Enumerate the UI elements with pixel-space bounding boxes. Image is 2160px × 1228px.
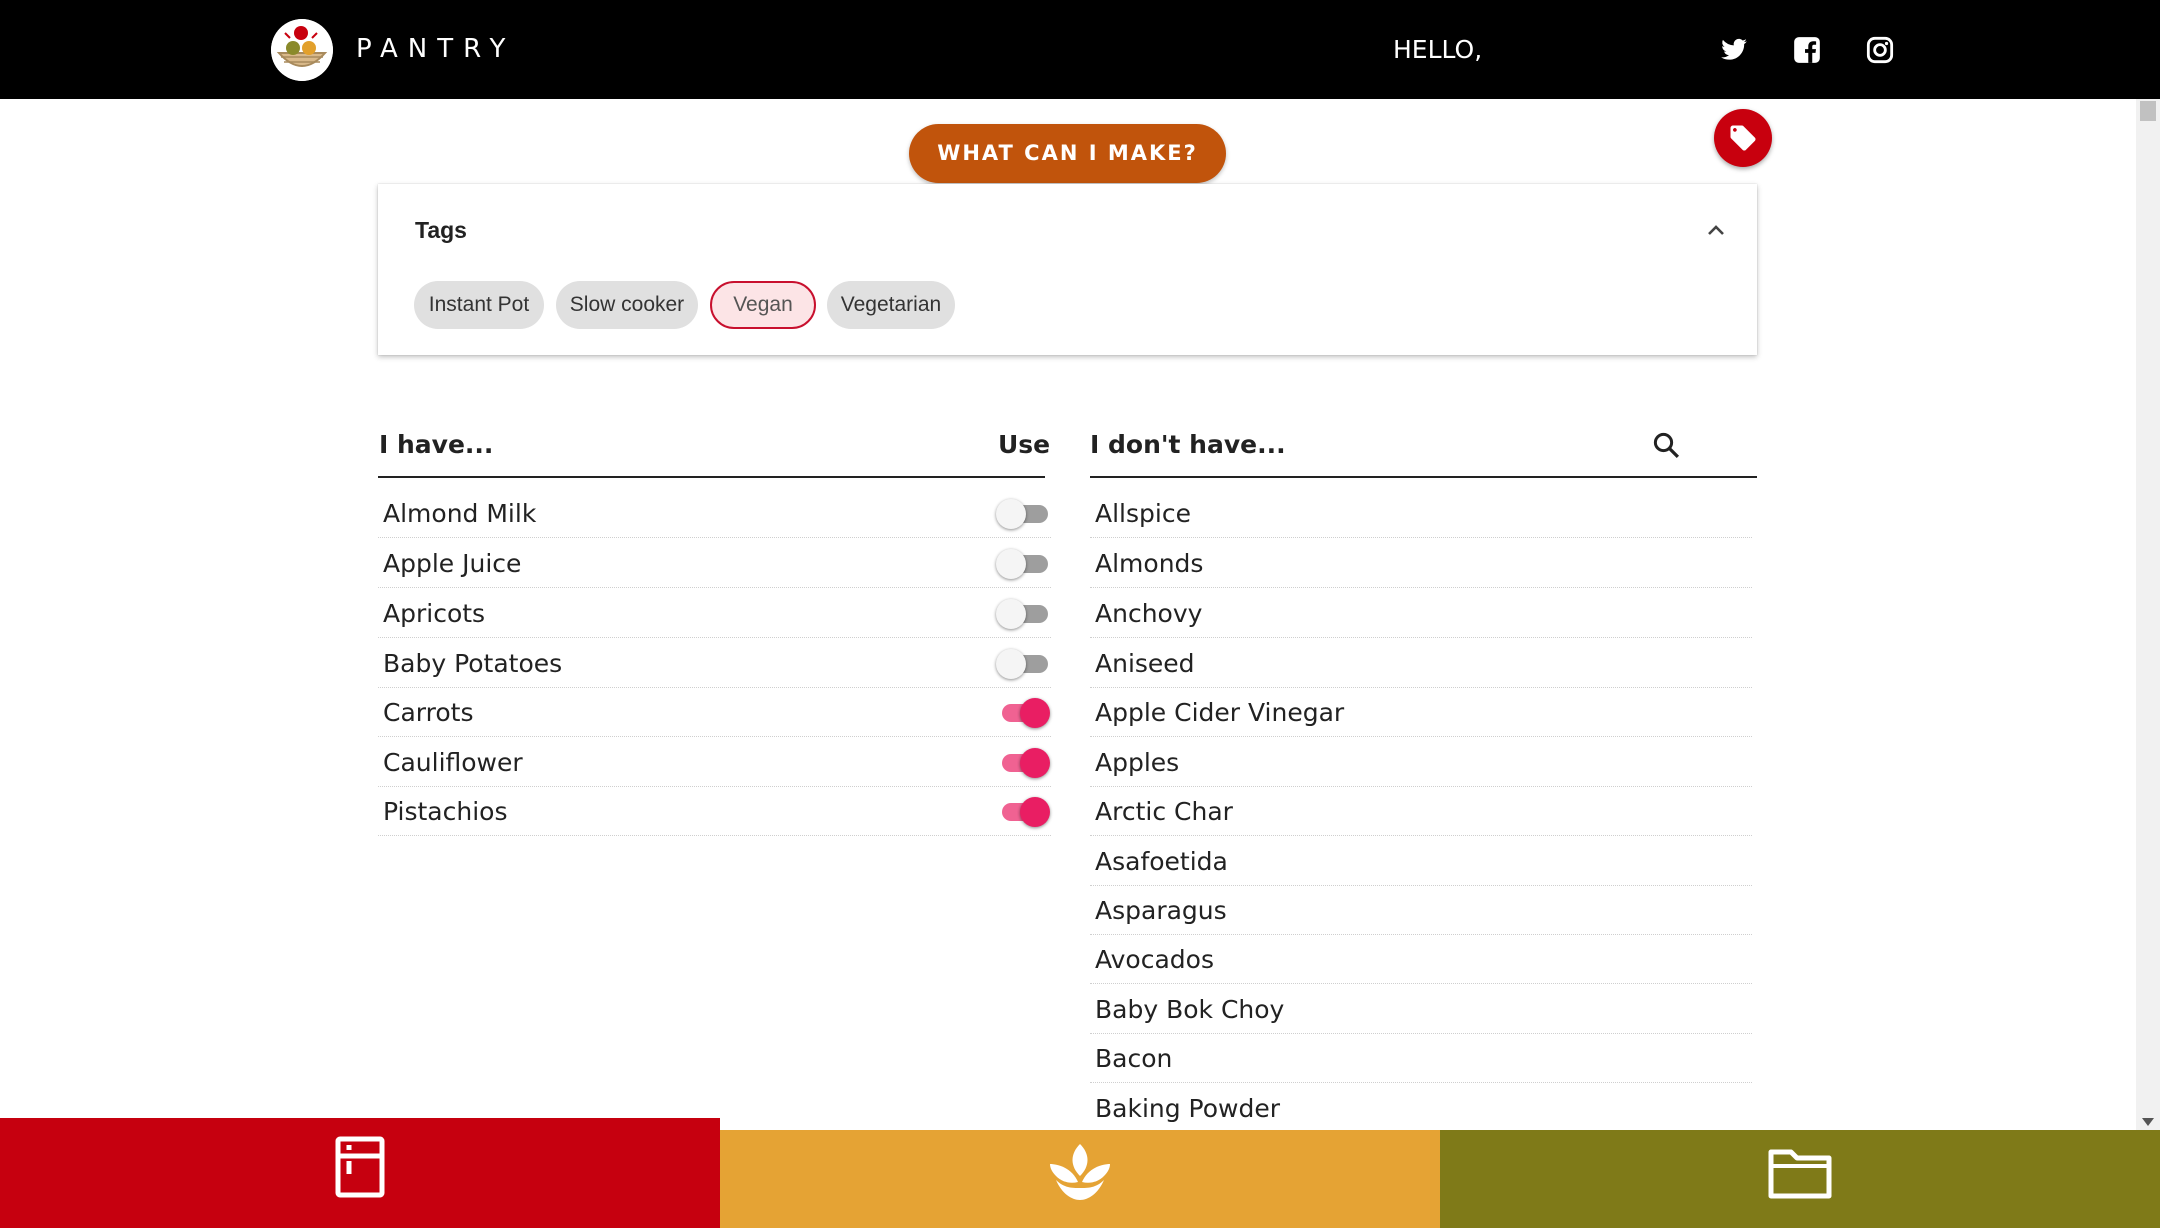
ingredient-name: Anchovy (1095, 599, 1203, 628)
tag-chip-vegetarian[interactable]: Vegetarian (827, 281, 955, 329)
page-scrollbar[interactable] (2136, 99, 2160, 1130)
nav-tab-folder[interactable] (1440, 1130, 2160, 1228)
tag-chip-instant-pot[interactable]: Instant Pot (414, 281, 544, 329)
tag-chip-vegan[interactable]: Vegan (710, 281, 816, 329)
list-item[interactable]: Baking Powder (1090, 1083, 1752, 1133)
ingredient-name: Allspice (1095, 499, 1191, 528)
nav-tab-fridge[interactable] (0, 1118, 720, 1228)
plant-icon (1050, 1144, 1110, 1200)
what-can-i-make-button[interactable]: WHAT CAN I MAKE? (909, 124, 1226, 183)
list-item[interactable]: Apples (1090, 737, 1752, 787)
use-toggle[interactable] (996, 643, 1052, 683)
list-item[interactable]: Cauliflower (378, 737, 1051, 787)
ingredient-name: Apple Cider Vinegar (1095, 698, 1345, 727)
ingredient-name: Bacon (1095, 1044, 1173, 1073)
ingredient-name: Apricots (383, 599, 486, 628)
ingredient-name: Almond Milk (383, 499, 537, 528)
ingredient-name: Asparagus (1095, 896, 1227, 925)
list-item[interactable]: Avocados (1090, 934, 1752, 984)
i-have-heading: I have... (379, 430, 494, 459)
tag-filter-button[interactable] (1714, 109, 1772, 167)
use-toggle[interactable] (996, 493, 1052, 533)
ingredient-name: Almonds (1095, 549, 1204, 578)
list-item[interactable]: Bacon (1090, 1033, 1752, 1083)
list-item[interactable]: Carrots (378, 687, 1051, 737)
scroll-down-arrow-icon[interactable] (2142, 1118, 2154, 1126)
scrollbar-thumb[interactable] (2140, 101, 2156, 121)
use-toggle[interactable] (996, 742, 1052, 782)
list-item[interactable]: Anchovy (1090, 588, 1752, 638)
ingredient-name: Baking Powder (1095, 1094, 1281, 1123)
ingredient-name: Avocados (1095, 945, 1214, 974)
list-item[interactable]: Apple Juice (378, 538, 1051, 588)
list-item[interactable]: Pistachios (378, 786, 1051, 836)
ingredient-name: Aniseed (1095, 649, 1195, 678)
ingredient-name: Carrots (383, 698, 474, 727)
list-item[interactable]: Arctic Char (1090, 786, 1752, 836)
list-item[interactable]: Apricots (378, 588, 1051, 638)
brand-name[interactable]: PANTRY (356, 32, 515, 66)
use-toggle[interactable] (996, 543, 1052, 583)
list-item[interactable]: Baby Potatoes (378, 638, 1051, 688)
top-bar: PANTRY HELLO, (0, 0, 2160, 99)
list-item[interactable]: Aniseed (1090, 638, 1752, 688)
list-item[interactable]: Apple Cider Vinegar (1090, 687, 1752, 737)
use-toggle[interactable] (996, 692, 1052, 732)
fridge-icon (335, 1136, 385, 1198)
search-icon[interactable] (1651, 430, 1681, 460)
list-item[interactable]: Almond Milk (378, 488, 1051, 538)
i-dont-have-divider (1090, 476, 1757, 478)
use-toggle[interactable] (996, 791, 1052, 831)
list-item[interactable]: Allspice (1090, 488, 1752, 538)
tag-chip-slow-cooker[interactable]: Slow cooker (556, 281, 698, 329)
use-toggle[interactable] (996, 593, 1052, 633)
facebook-icon[interactable] (1793, 36, 1821, 64)
chevron-up-icon[interactable] (1706, 220, 1726, 240)
ingredient-name: Apples (1095, 748, 1180, 777)
ingredient-name: Baby Bok Choy (1095, 995, 1285, 1024)
nav-tab-plant[interactable] (720, 1130, 1440, 1228)
ingredient-name: Cauliflower (383, 748, 523, 777)
ingredient-name: Baby Potatoes (383, 649, 563, 678)
list-item[interactable]: Asafoetida (1090, 836, 1752, 886)
folder-icon (1768, 1149, 1832, 1199)
list-item[interactable]: Asparagus (1090, 885, 1752, 935)
tag-icon (1730, 125, 1756, 151)
use-column-heading: Use (998, 430, 1051, 459)
ingredient-name: Asafoetida (1095, 847, 1228, 876)
i-have-divider (378, 476, 1045, 478)
tags-title: Tags (415, 217, 467, 243)
user-greeting: HELLO, (1393, 35, 1483, 64)
pantry-logo[interactable] (271, 19, 333, 81)
ingredient-name: Arctic Char (1095, 797, 1233, 826)
instagram-icon[interactable] (1866, 36, 1894, 64)
twitter-icon[interactable] (1720, 36, 1748, 64)
list-item[interactable]: Almonds (1090, 538, 1752, 588)
ingredient-name: Apple Juice (383, 549, 522, 578)
i-dont-have-heading: I don't have... (1090, 430, 1286, 459)
list-item[interactable]: Baby Bok Choy (1090, 984, 1752, 1034)
tags-panel: Tags Instant Pot Slow cooker Vegan Veget… (378, 184, 1757, 355)
ingredient-name: Pistachios (383, 797, 508, 826)
